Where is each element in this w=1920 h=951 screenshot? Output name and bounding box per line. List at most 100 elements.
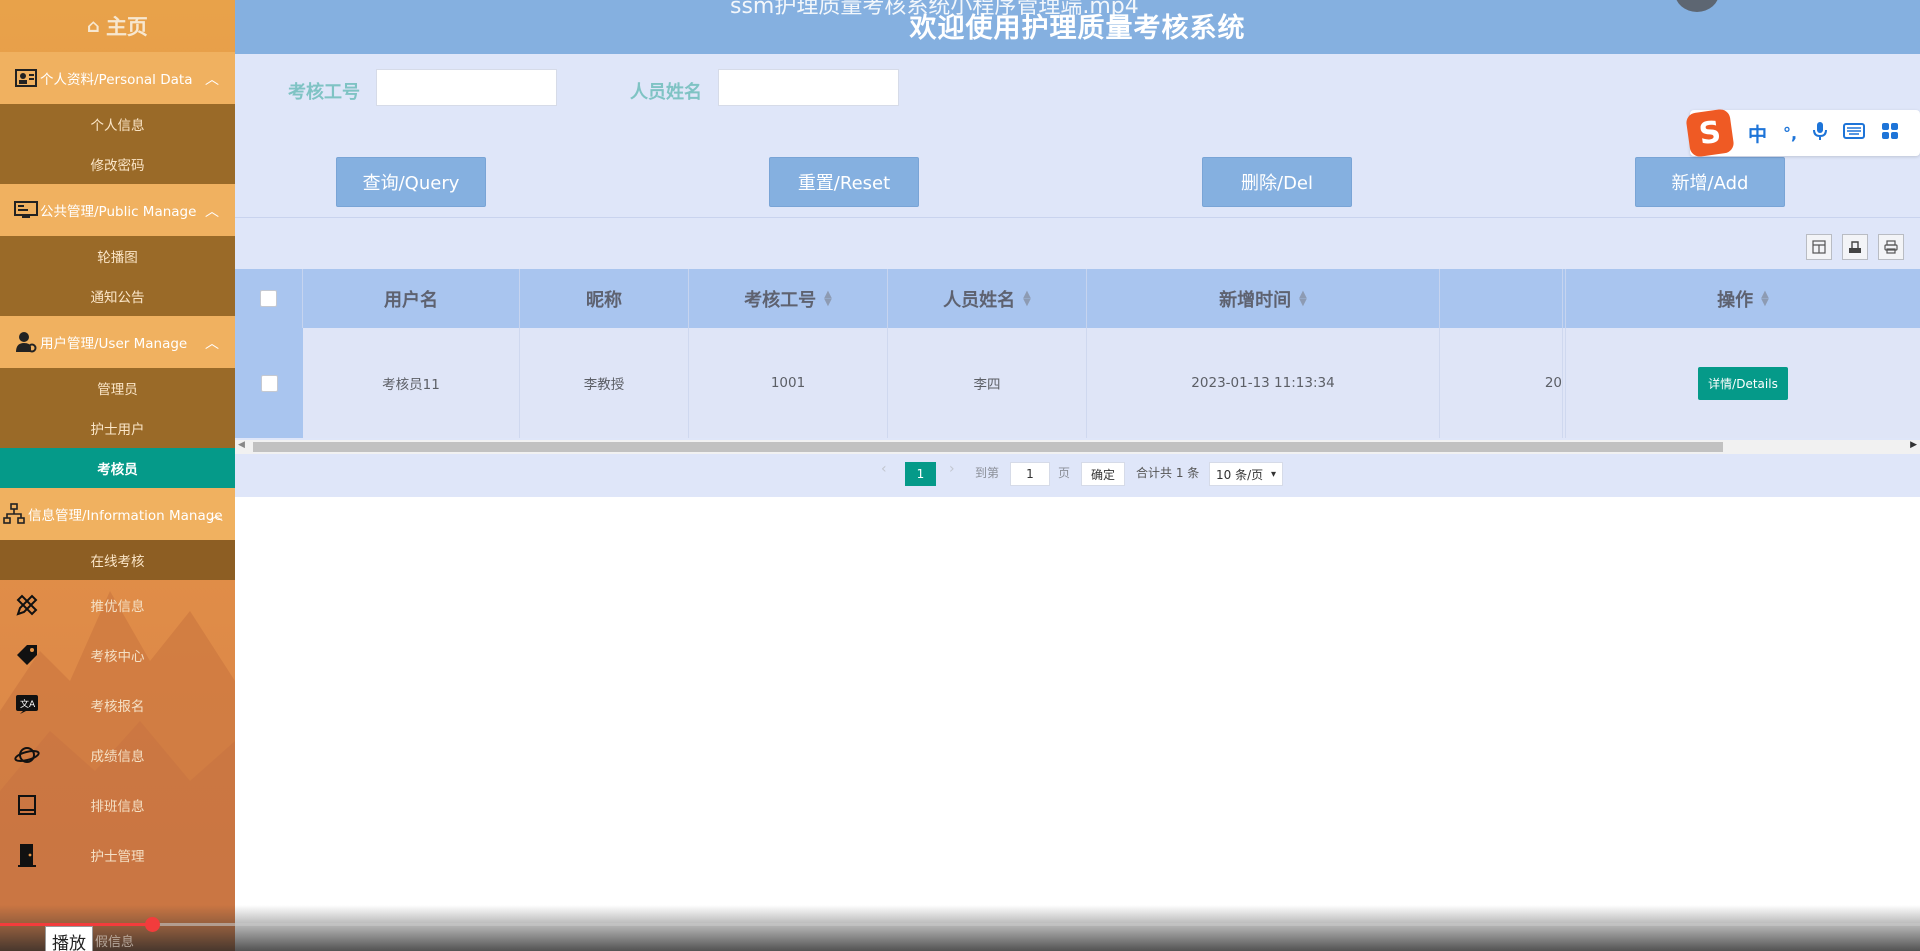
main-content: 考核工号 人员姓名 查询/Query 重置/Reset 删除/Del 新增/Ad… — [235, 54, 1920, 497]
grid-icon[interactable] — [1881, 122, 1899, 145]
chevron-up-icon: ︿ — [209, 508, 223, 524]
svg-text:文A: 文A — [20, 698, 36, 710]
goto-confirm-button[interactable]: 确定 — [1081, 462, 1125, 486]
sidebar-item-hidden-label: 假信息 — [95, 935, 135, 950]
sidebar-item-label: 考核员 — [97, 462, 138, 478]
row-checkbox[interactable] — [260, 374, 278, 392]
sidebar-item-label: 护士用户 — [90, 422, 145, 438]
ime-punctuation-toggle[interactable]: °, — [1783, 124, 1797, 143]
ime-logo-icon[interactable]: S — [1685, 108, 1735, 158]
total-count: 合计共 1 条 — [1136, 466, 1200, 480]
sidebar-item-admin[interactable]: 管理员 — [0, 368, 235, 408]
col-name[interactable]: 人员姓名 ▲ ▼ — [888, 269, 1087, 328]
sidebar-item-carousel[interactable]: 轮播图 — [0, 236, 235, 276]
row-select-cell — [235, 328, 303, 438]
door-icon — [14, 843, 40, 867]
add-button[interactable]: 新增/Add — [1635, 157, 1785, 207]
cell-extra-text: 20 — [1544, 375, 1562, 391]
menu-group-public-manage[interactable]: 公共管理/Public Manage ︿ — [0, 184, 235, 236]
sidebar-item-registration[interactable]: 文A 考核报名 — [0, 680, 235, 730]
column-title: 考核工号 — [744, 289, 817, 311]
print-icon[interactable] — [1878, 234, 1904, 260]
menu-group-label: 公共管理/Public Manage — [40, 204, 197, 220]
goto-label: 到第 — [975, 466, 1000, 480]
tag-icon — [14, 643, 40, 667]
sidebar-item-personal-info[interactable]: 个人信息 — [0, 104, 235, 144]
scrollbar-thumb[interactable] — [253, 442, 1723, 452]
export-icon[interactable] — [1842, 234, 1868, 260]
reset-button[interactable]: 重置/Reset — [769, 157, 919, 207]
home-link[interactable]: ⌂ 主页 — [0, 0, 235, 52]
emp-id-input[interactable] — [376, 69, 557, 106]
sort-icon[interactable]: ▲ ▼ — [1023, 289, 1031, 307]
col-emp-id[interactable]: 考核工号 ▲ ▼ — [689, 269, 888, 328]
cell-action: 详情/Details — [1565, 328, 1920, 438]
scroll-right-icon[interactable]: ▶ — [1910, 440, 1917, 450]
details-button[interactable]: 详情/Details — [1698, 366, 1788, 400]
sort-icon[interactable]: ▲ ▼ — [824, 289, 832, 307]
cell-nickname: 李教授 — [520, 328, 689, 438]
menu-group-information-manage[interactable]: 信息管理/Information Manage ︿ — [0, 488, 235, 540]
col-action[interactable]: 操作 ▲ ▼ — [1565, 269, 1920, 328]
page-unit-label: 页 — [1058, 466, 1071, 480]
column-title: 用户名 — [384, 289, 438, 311]
ime-toolbar: S 中 °, — [1685, 108, 1920, 158]
home-label: 主页 — [105, 15, 148, 39]
org-chart-icon — [2, 502, 26, 526]
sort-icon[interactable]: ▲ ▼ — [1761, 289, 1769, 307]
name-input[interactable] — [718, 69, 899, 106]
menu-group-label: 个人资料/Personal Data — [40, 72, 193, 88]
cell-username: 考核员11 — [303, 328, 520, 438]
select-all-cell — [235, 269, 303, 328]
sidebar-item-change-password[interactable]: 修改密码 — [0, 144, 235, 184]
cell-emp-id: 1001 — [689, 328, 888, 438]
sidebar-item-nurse-user[interactable]: 护士用户 — [0, 408, 235, 448]
column-title: 昵称 — [586, 289, 622, 311]
monitor-icon — [14, 198, 38, 222]
chevron-up-icon: ︿ — [205, 204, 219, 220]
keyboard-icon[interactable] — [1843, 122, 1866, 144]
menu-group-user-manage[interactable]: 用户管理/User Manage ︿ — [0, 316, 235, 368]
prev-page-icon[interactable]: ‹ — [881, 461, 887, 477]
home-icon: ⌂ — [87, 15, 100, 37]
chevron-down-icon: ▾ — [1270, 468, 1276, 480]
col-extra — [1440, 269, 1563, 328]
sort-icon[interactable]: ▲ ▼ — [1299, 289, 1307, 307]
next-page-icon[interactable]: › — [949, 461, 955, 477]
sidebar-item-assessor[interactable]: 考核员 — [0, 448, 235, 488]
column-title: 新增时间 — [1219, 289, 1292, 311]
column-title: 人员姓名 — [943, 289, 1016, 311]
video-progress-bar[interactable] — [0, 917, 1920, 932]
delete-button[interactable]: 删除/Del — [1202, 157, 1352, 207]
scroll-left-icon[interactable]: ◀ — [238, 440, 245, 450]
sidebar-item-scores[interactable]: 成绩信息 — [0, 730, 235, 780]
col-username[interactable]: 用户名 — [303, 269, 520, 328]
goto-page-input[interactable]: 1 — [1010, 462, 1050, 486]
query-button[interactable]: 查询/Query — [336, 157, 486, 207]
mic-icon[interactable] — [1813, 121, 1828, 146]
translate-icon: 文A — [14, 693, 40, 717]
sidebar-item-recommend[interactable]: 推优信息 — [0, 580, 235, 630]
col-nickname[interactable]: 昵称 — [520, 269, 689, 328]
page-number-current[interactable]: 1 — [905, 462, 936, 486]
sidebar-item-schedule[interactable]: 排班信息 — [0, 780, 235, 830]
page-title: 欢迎使用护理质量考核系统 — [909, 13, 1246, 44]
sidebar-item-notice[interactable]: 通知公告 — [0, 276, 235, 316]
ime-language-toggle[interactable]: 中 — [1748, 120, 1767, 147]
sidebar-item-label: 管理员 — [97, 382, 138, 398]
page-size-select[interactable]: 10 条/页 ▾ — [1209, 462, 1283, 486]
video-progress-knob[interactable] — [145, 917, 160, 932]
sidebar-item-label: 轮播图 — [97, 250, 138, 266]
sidebar-item-nurse-manage[interactable]: 护士管理 — [0, 830, 235, 880]
sidebar: ⌂ 主页 个人资料/Personal Data ︿ 个人信息 修改密码 公共管理… — [0, 0, 235, 951]
horizontal-scrollbar[interactable]: ◀ ▶ — [235, 440, 1920, 454]
sidebar-item-label: 个人信息 — [90, 118, 145, 134]
chevron-up-icon: ︿ — [205, 72, 219, 88]
sidebar-item-assessment-center[interactable]: 考核中心 — [0, 630, 235, 680]
columns-icon[interactable] — [1806, 234, 1832, 260]
top-header: ssm护理质量考核系统小程序管理端.mp4 欢迎使用护理质量考核系统 — [235, 0, 1920, 54]
menu-group-personal-data[interactable]: 个人资料/Personal Data ︿ — [0, 52, 235, 104]
select-all-checkbox[interactable] — [260, 290, 277, 307]
col-created[interactable]: 新增时间 ▲ ▼ — [1087, 269, 1440, 328]
menu-group-label: 信息管理/Information Manage — [28, 508, 223, 524]
